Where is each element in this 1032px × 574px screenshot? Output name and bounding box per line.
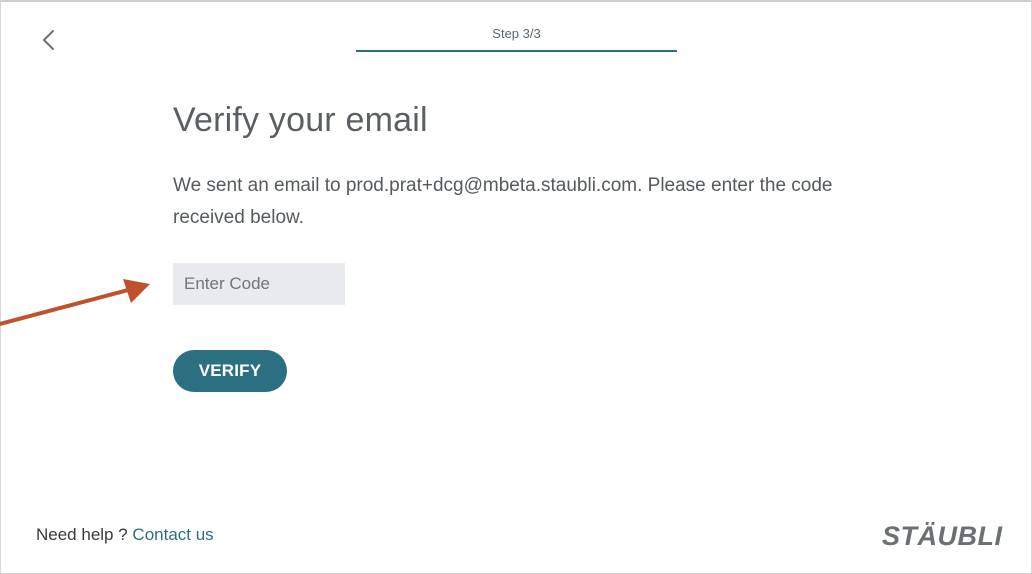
step-indicator: Step 3/3 [356,24,677,54]
step-label: Step 3/3 [492,26,541,41]
logo-text: STÄUBLI [882,521,1003,551]
step-progress-bar [356,50,677,52]
page-title: Verify your email [173,101,428,139]
top-border [0,0,1032,2]
staubli-logo: STÄUBLI [882,519,1002,553]
verification-message: We sent an email to prod.prat+dcg@mbeta.… [173,175,833,228]
contact-us-link[interactable]: Contact us [132,525,213,544]
back-button[interactable] [38,27,62,53]
help-label: Need help ? [36,525,128,544]
chevron-left-icon [43,30,54,50]
window-frame [0,0,1032,574]
verify-button[interactable]: VERIFY [173,350,287,392]
verification-code-input[interactable] [173,263,345,305]
arrow-icon [0,279,150,326]
help-text: Need help ? Contact us [36,525,214,545]
